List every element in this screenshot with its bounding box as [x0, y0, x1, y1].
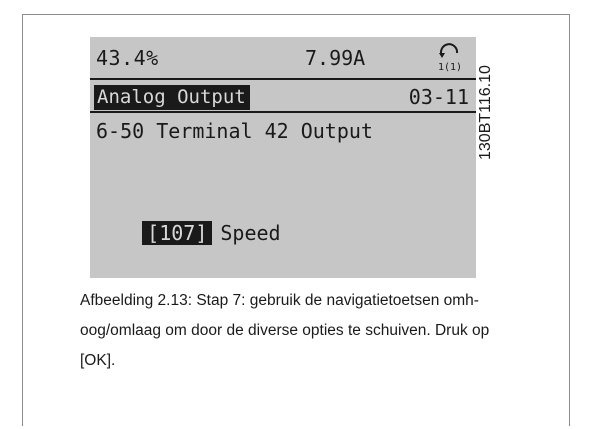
status-divider	[90, 78, 476, 80]
value-code: [107]	[142, 221, 213, 245]
status-current: 7.99A	[305, 46, 366, 70]
figure-id: 130BT116.10	[477, 65, 494, 160]
value-text: Speed	[220, 221, 281, 245]
caption-line: Afbeelding 2.13: Stap 7: gebruik de navi…	[80, 292, 479, 309]
setup-indicator-label: 1(1)	[438, 62, 462, 73]
menu-code: 03-11	[408, 85, 469, 109]
caption-line: oog/omlaag om door de diverse opties te …	[80, 322, 490, 339]
status-percent: 43.4%	[96, 46, 159, 70]
parameter-name: 6-50 Terminal 42 Output	[96, 119, 373, 143]
setup-indicator-icon: 1(1)	[438, 43, 462, 73]
menu-title: Analog Output	[94, 85, 250, 110]
figure-caption: Afbeelding 2.13: Stap 7: gebruik de navi…	[80, 286, 550, 376]
menu-divider	[90, 111, 476, 113]
menu-bar: Analog Output 03-11	[94, 85, 469, 110]
lcd-display: 43.4% 7.99A 1(1) Analog Output 03-11 6-5…	[90, 37, 476, 278]
caption-line: [OK].	[80, 352, 116, 369]
value-line: [107] Speed	[94, 197, 281, 269]
